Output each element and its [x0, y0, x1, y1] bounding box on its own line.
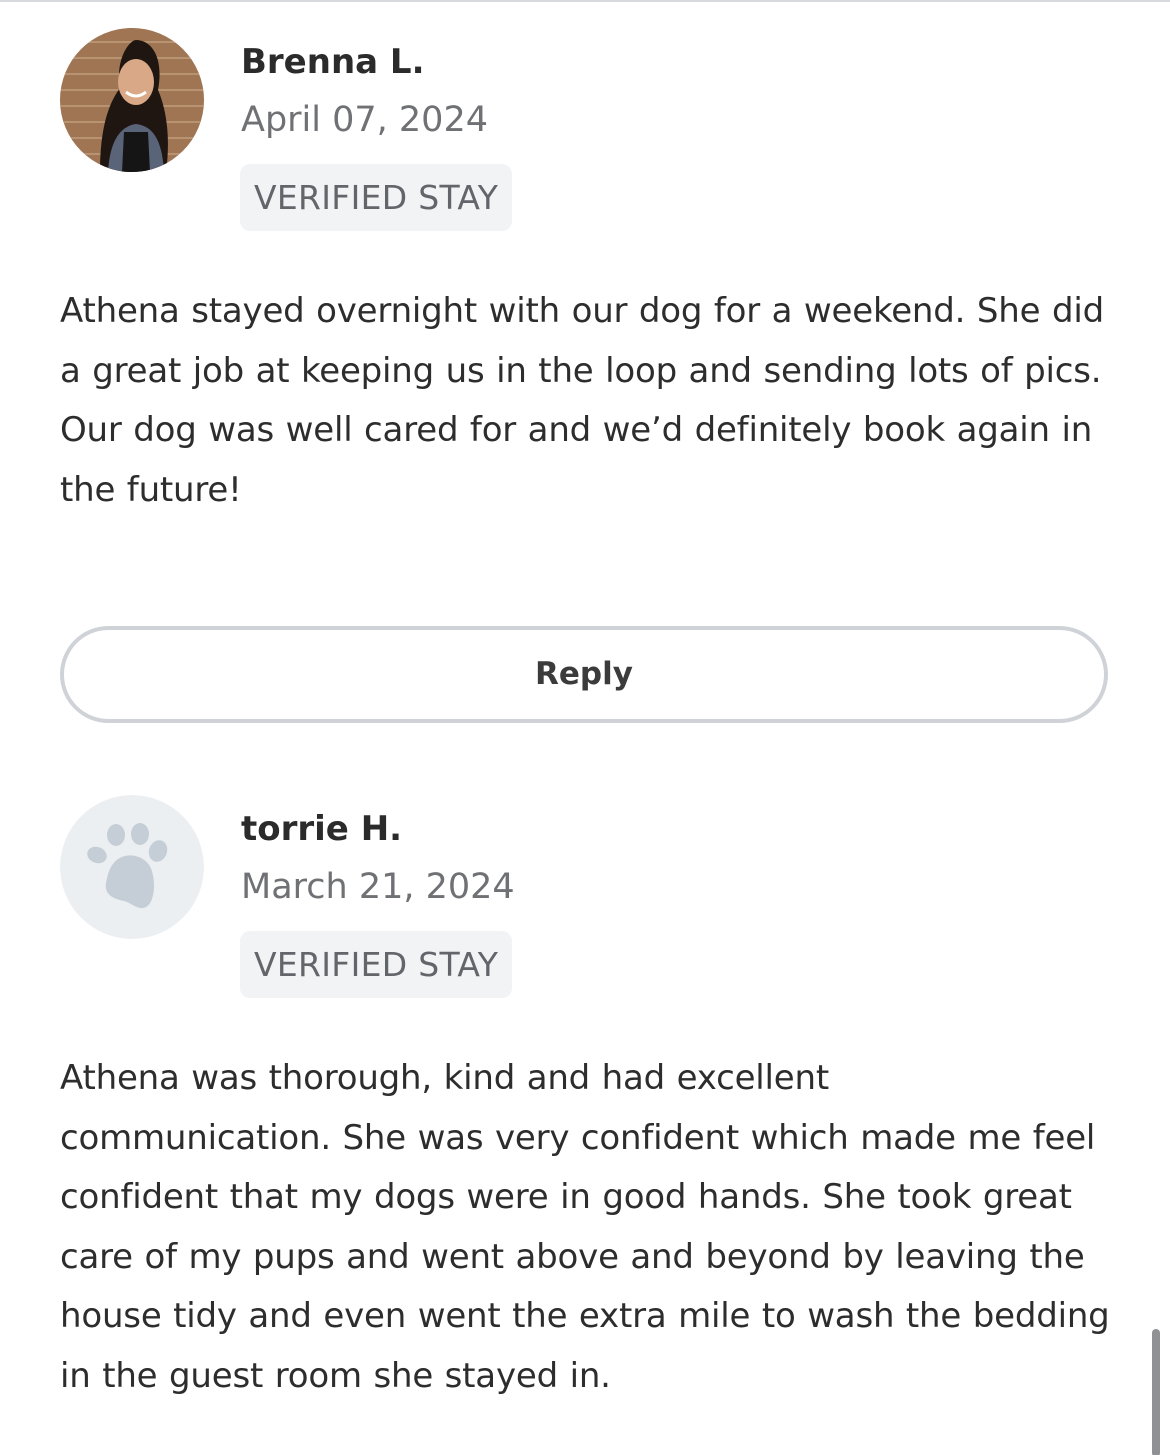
review-text: Athena was thorough, kind and had excell… [60, 1058, 1110, 1396]
reviews-page: Brenna L. April 07, 2024 VERIFIED STAY A… [0, 0, 1170, 1455]
review-date: April 07, 2024 [241, 100, 488, 140]
review-header: Brenna L. April 07, 2024 VERIFIED STAY [60, 28, 1110, 238]
verified-stay-badge: VERIFIED STAY [240, 164, 513, 231]
reply-button[interactable]: Reply [60, 626, 1108, 723]
review-header: torrie H. March 21, 2024 VERIFIED STAY [60, 795, 1110, 1005]
review-card: torrie H. March 21, 2024 VERIFIED STAY A… [60, 795, 1110, 1406]
scrollbar[interactable] [1152, 1329, 1160, 1455]
review-date: March 21, 2024 [241, 867, 515, 907]
paw-icon [60, 795, 204, 939]
review-card: Brenna L. April 07, 2024 VERIFIED STAY A… [60, 28, 1110, 520]
avatar [60, 28, 204, 172]
verified-stay-badge: VERIFIED STAY [240, 931, 513, 998]
avatar [60, 795, 204, 939]
review-text: Athena stayed overnight with our dog for… [60, 291, 1104, 510]
reviewer-name: torrie H. [241, 809, 403, 849]
reviewer-name: Brenna L. [241, 42, 425, 82]
user-photo [60, 28, 204, 172]
